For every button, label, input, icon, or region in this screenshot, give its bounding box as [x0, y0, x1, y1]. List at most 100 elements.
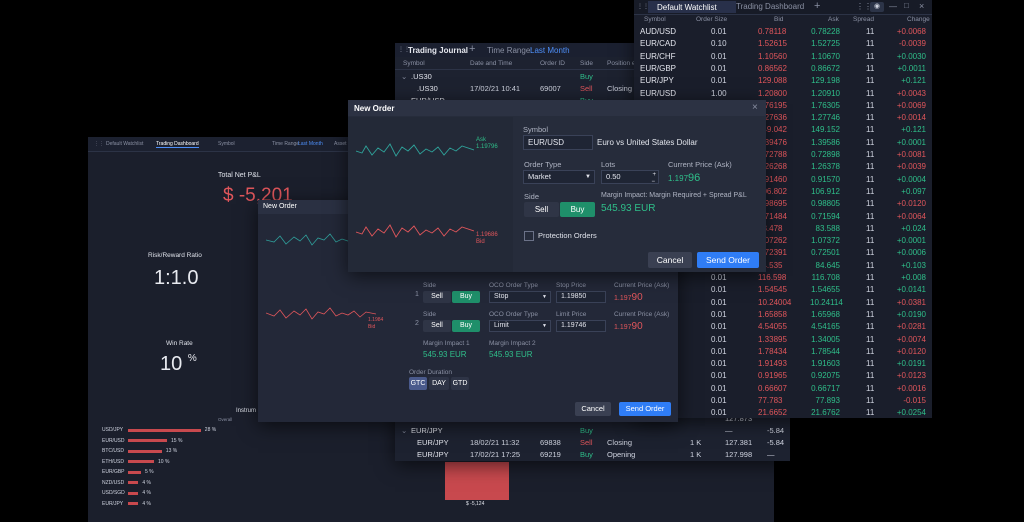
row-bid[interactable]: 0.78118: [758, 27, 786, 36]
row-ask[interactable]: 21.6762: [810, 408, 840, 417]
buy-button[interactable]: Buy: [452, 320, 480, 332]
row-ask[interactable]: 1.65968: [810, 310, 840, 319]
cancel-button[interactable]: Cancel: [575, 402, 611, 416]
watchlist-row[interactable]: EUR/GBP 0.01 0.86562 0.86672 11 +0.0011: [634, 63, 932, 76]
tab-default-watchlist[interactable]: Default Watchlist: [648, 1, 736, 13]
col-symbol[interactable]: Symbol: [403, 60, 425, 67]
row-ask[interactable]: 0.92075: [810, 371, 840, 380]
row-bid[interactable]: 0.91965: [758, 371, 787, 380]
buy-button[interactable]: Buy: [452, 291, 480, 303]
row-ask[interactable]: 1.07372: [810, 236, 840, 245]
watchlist-row[interactable]: AUD/USD 0.01 0.78118 0.78228 11 +0.0068: [634, 26, 932, 39]
watchlist-row[interactable]: 0.01 0.66607 0.66717 11 +0.0016: [634, 383, 932, 396]
symbol-input[interactable]: EUR/USD: [523, 135, 593, 150]
row-bid[interactable]: 0.66607: [758, 384, 787, 393]
watchlist-row[interactable]: 0.01 1.78434 1.78544 11 +0.0120: [634, 346, 932, 359]
row-order-size[interactable]: 0.01: [711, 285, 727, 294]
row-ask[interactable]: 1.78544: [810, 347, 840, 356]
row-bid[interactable]: 1.54545: [758, 285, 787, 294]
col-order-size[interactable]: Order Size: [696, 16, 727, 23]
row-bid[interactable]: 1.91493: [758, 359, 787, 368]
row-bid[interactable]: 129.088: [758, 76, 787, 85]
row-ask[interactable]: 0.71594: [810, 212, 840, 221]
close-icon[interactable]: ×: [752, 102, 758, 113]
lots-stepper[interactable]: 0.50 + −: [601, 170, 659, 185]
minimize-icon[interactable]: —: [889, 2, 897, 11]
cancel-button[interactable]: Cancel: [648, 252, 692, 268]
row-ask[interactable]: 106.912: [810, 187, 840, 196]
duration-day-button[interactable]: DAY: [429, 377, 449, 390]
row-order-size[interactable]: 0.10: [711, 39, 727, 48]
close-icon[interactable]: ×: [919, 1, 924, 11]
col-change[interactable]: Change: [907, 16, 930, 23]
row-bid[interactable]: 1.10560: [758, 52, 787, 61]
row-ask[interactable]: 1.76305: [810, 101, 840, 110]
row-ask[interactable]: 149.152: [810, 125, 840, 134]
watchlist-row[interactable]: EUR/USD 1.00 1.20800 1.20910 11 +0.0043: [634, 88, 932, 101]
sell-button[interactable]: Sell: [423, 291, 451, 303]
oco-order-type-select[interactable]: Limit ▼: [489, 320, 551, 332]
expand-chevron-icon[interactable]: ⌄: [401, 72, 407, 81]
row-ask[interactable]: 0.66717: [810, 384, 840, 393]
tab-trading-dashboard[interactable]: Trading Dashboard: [736, 2, 804, 11]
row-ask[interactable]: 129.198: [810, 76, 840, 85]
asset-filter[interactable]: Asset: [334, 141, 347, 147]
add-tab-icon[interactable]: +: [469, 43, 475, 55]
tab-trading-dashboard[interactable]: Trading Dashboard: [156, 141, 199, 148]
row-ask[interactable]: 1.10670: [810, 52, 840, 61]
send-order-button[interactable]: Send Order: [697, 252, 759, 268]
journal-row[interactable]: EUR/JPY 17/02/21 17:25 69219 Buy Opening 1 K 1…: [395, 449, 790, 461]
row-order-size[interactable]: 0.01: [711, 384, 727, 393]
oco-order-type-select[interactable]: Stop ▼: [489, 291, 551, 303]
row-order-size[interactable]: 0.01: [711, 408, 727, 417]
protection-orders-checkbox[interactable]: [524, 231, 534, 241]
row-bid[interactable]: 1.20800: [758, 89, 787, 98]
row-bid[interactable]: 4.54055: [758, 322, 787, 331]
watchlist-row[interactable]: 0.01 1.54545 1.54655 11 +0.0141: [634, 284, 932, 297]
watchlist-row[interactable]: 0.01 10.24004 10.24114 11 +0.0381: [634, 297, 932, 310]
watchlist-row[interactable]: 0.01 116.598 116.708 11 +0.008: [634, 272, 932, 285]
row-bid[interactable]: 1.78434: [758, 347, 787, 356]
watchlist-row[interactable]: 0.01 1.91493 1.91603 11 +0.0191: [634, 358, 932, 371]
watchlist-row[interactable]: 0.01 4.54055 4.54165 11 +0.0281: [634, 321, 932, 334]
row-ask[interactable]: 1.34005: [810, 335, 840, 344]
symbol-search-input[interactable]: Symbol: [218, 141, 235, 147]
duration-gtc-button[interactable]: GTC: [409, 377, 427, 390]
maximize-icon[interactable]: □: [904, 1, 909, 10]
row-order-size[interactable]: 0.01: [711, 27, 727, 36]
col-order-id[interactable]: Order ID: [540, 60, 565, 67]
add-tab-icon[interactable]: +: [814, 0, 820, 12]
col-date[interactable]: Date and Time: [470, 60, 512, 67]
time-range-value[interactable]: Last Month: [298, 141, 323, 147]
row-ask[interactable]: 1.26378: [810, 162, 840, 171]
row-bid[interactable]: 1.33895: [758, 335, 787, 344]
row-order-size[interactable]: 0.01: [711, 359, 727, 368]
row-bid[interactable]: 21.6652: [758, 408, 787, 417]
row-ask[interactable]: 0.91570: [810, 175, 840, 184]
row-ask[interactable]: 0.78228: [810, 27, 840, 36]
col-bid[interactable]: Bid: [774, 16, 783, 23]
time-range-select[interactable]: Last Month: [530, 46, 570, 55]
row-ask[interactable]: 1.20910: [810, 89, 840, 98]
row-bid[interactable]: 116.598: [758, 273, 786, 282]
col-symbol[interactable]: Symbol: [644, 16, 666, 23]
watchlist-row[interactable]: EUR/JPY 0.01 129.088 129.198 11 +0.121: [634, 75, 932, 88]
row-ask[interactable]: 4.54165: [810, 322, 840, 331]
expand-chevron-icon[interactable]: ⌄: [401, 426, 407, 435]
row-ask[interactable]: 77.893: [810, 396, 840, 405]
col-side[interactable]: Side: [580, 60, 593, 67]
sell-button[interactable]: Sell: [423, 320, 451, 332]
row-order-size[interactable]: 1.00: [711, 89, 727, 98]
row-bid[interactable]: 1.52615: [758, 39, 787, 48]
buy-button[interactable]: Buy: [560, 202, 595, 217]
row-ask[interactable]: 84.645: [810, 261, 840, 270]
row-bid[interactable]: 10.24004: [758, 298, 791, 307]
watchlist-row[interactable]: 0.01 77.783 77.893 11 -0.015: [634, 395, 932, 408]
duration-gtd-button[interactable]: GTD: [451, 377, 469, 390]
row-order-size[interactable]: 0.01: [711, 76, 727, 85]
journal-row[interactable]: EUR/JPY 18/02/21 11:32 69838 Sell Closing 1 K…: [395, 437, 790, 449]
row-ask[interactable]: 1.91603: [810, 359, 840, 368]
row-order-size[interactable]: 0.01: [711, 347, 727, 356]
row-ask[interactable]: 1.52725: [810, 39, 840, 48]
col-ask[interactable]: Ask: [828, 16, 839, 23]
